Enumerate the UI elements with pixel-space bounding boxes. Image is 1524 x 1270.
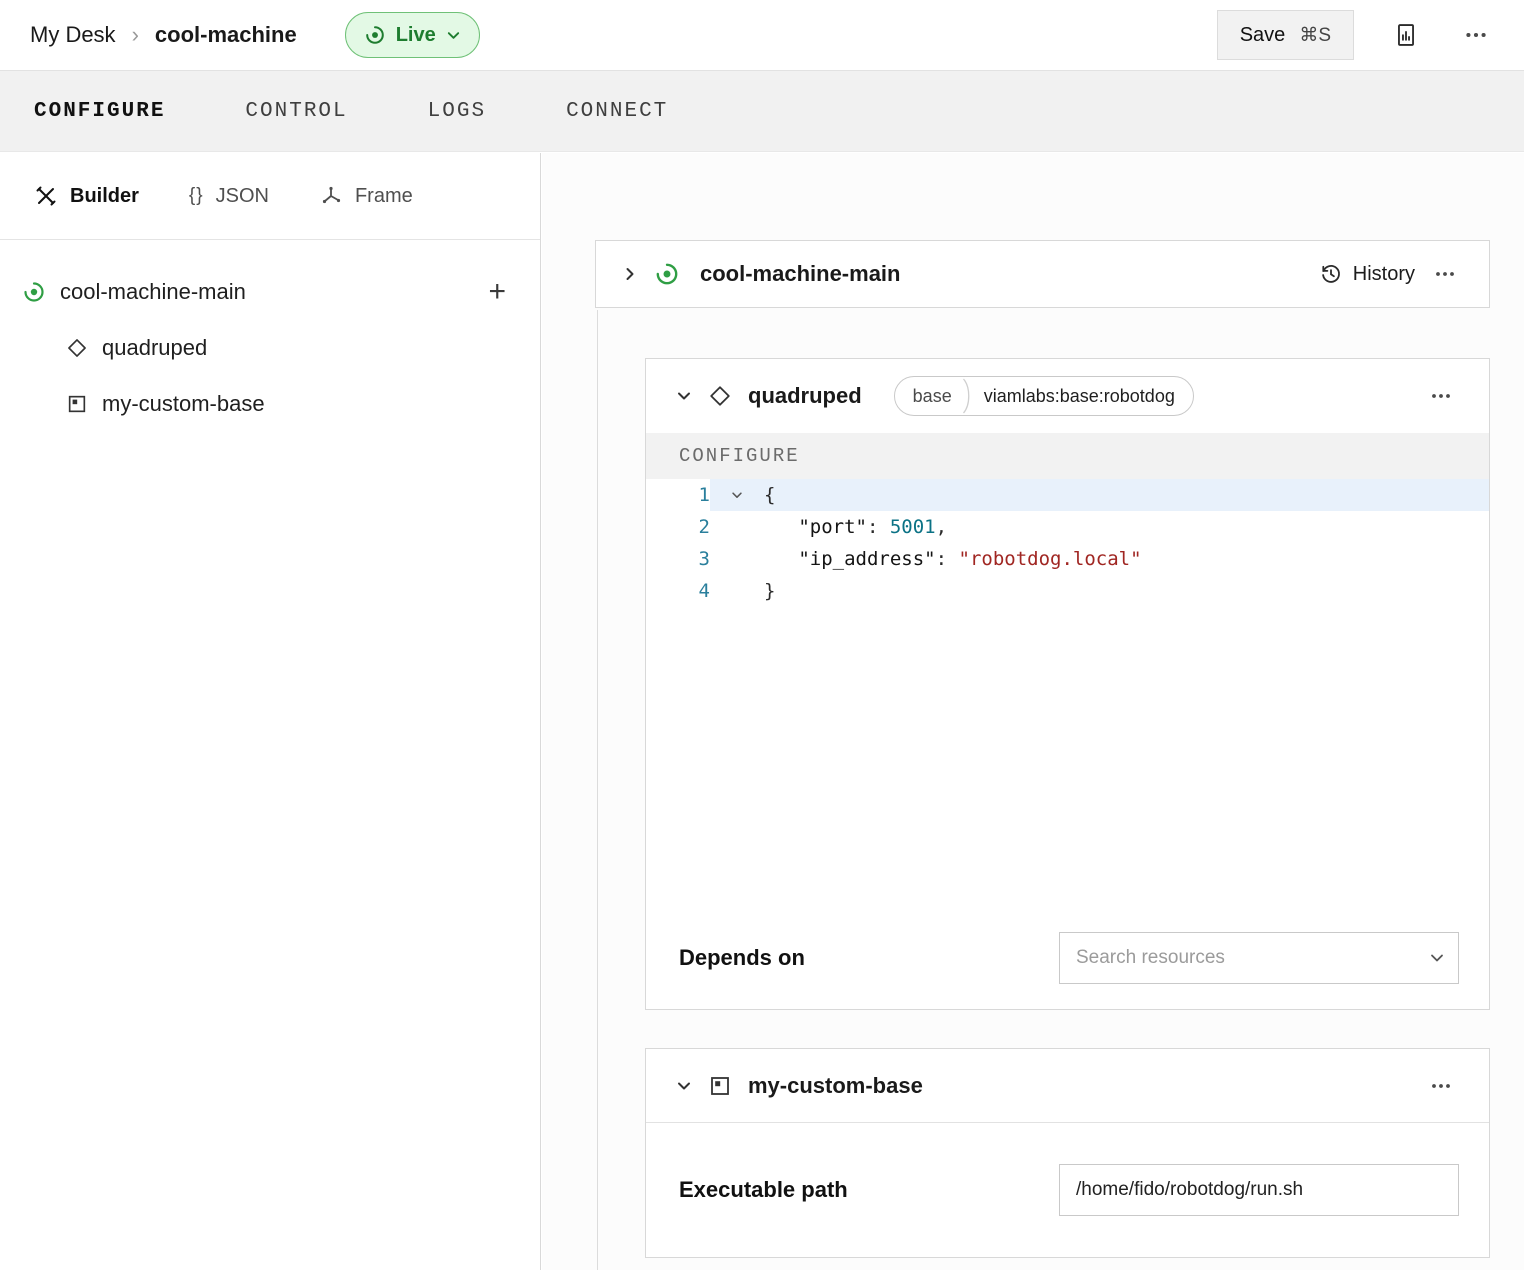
top-actions: Save ⌘S	[1217, 10, 1494, 60]
overflow-menu-icon[interactable]	[1427, 256, 1463, 292]
chevron-down-icon[interactable]	[676, 388, 692, 404]
chevron-down-icon	[446, 28, 461, 43]
config-sidebar: Builder {} JSON Frame	[0, 153, 541, 1270]
view-json[interactable]: {} JSON	[189, 185, 269, 208]
fold-chevron-icon[interactable]	[710, 488, 764, 502]
code-line[interactable]: 2 "port": 5001,	[646, 511, 1489, 543]
component-diamond-icon	[708, 384, 732, 408]
configure-panel: cool-machine-main History	[542, 153, 1524, 1270]
machine-part-title: cool-machine-main	[700, 261, 900, 287]
tab-connect[interactable]: CONNECT	[566, 100, 668, 123]
broadcast-icon	[22, 280, 46, 304]
breadcrumb-machine-name: cool-machine	[155, 22, 297, 48]
line-number: 2	[646, 511, 710, 543]
badge-divider	[962, 378, 974, 414]
save-button[interactable]: Save ⌘S	[1217, 10, 1354, 60]
breadcrumb-root[interactable]: My Desk	[30, 22, 116, 48]
executable-path-row: Executable path	[646, 1123, 1489, 1257]
braces-icon: {}	[189, 185, 204, 207]
code-line[interactable]: 4}	[646, 575, 1489, 607]
code-editor[interactable]: 1{2 "port": 5001,3 "ip_address": "robotd…	[646, 479, 1489, 913]
code-text: {	[764, 484, 775, 506]
code-text: "port": 5001,	[764, 516, 947, 538]
view-switcher: Builder {} JSON Frame	[0, 153, 540, 240]
chevron-right-icon[interactable]	[622, 266, 638, 282]
tree-item-label: cool-machine-main	[60, 279, 246, 305]
quadruped-title: quadruped	[748, 383, 862, 409]
view-frame-label: Frame	[355, 185, 413, 208]
history-button[interactable]: History	[1319, 262, 1415, 286]
executable-path-input[interactable]	[1059, 1164, 1459, 1216]
overflow-menu-icon[interactable]	[1458, 17, 1494, 53]
overflow-menu-icon[interactable]	[1423, 1068, 1459, 1104]
line-number: 3	[646, 543, 710, 575]
tree-item-label: my-custom-base	[102, 391, 265, 417]
tree-item-machine-main[interactable]: cool-machine-main +	[0, 264, 540, 320]
tab-configure[interactable]: CONFIGURE	[34, 100, 165, 123]
quadruped-card-header: quadruped base viamlabs:base:robotdog	[646, 359, 1489, 433]
live-label: Live	[396, 24, 436, 47]
my-custom-base-card-header: my-custom-base	[646, 1049, 1489, 1123]
live-status-button[interactable]: Live	[345, 12, 480, 58]
save-label: Save	[1240, 24, 1286, 47]
process-square-icon	[708, 1074, 732, 1098]
machine-config-page: My Desk › cool-machine Live Save ⌘S	[0, 0, 1524, 1270]
frame-axes-icon	[319, 184, 343, 208]
tree-item-my-custom-base[interactable]: my-custom-base	[0, 376, 540, 432]
tab-logs[interactable]: LOGS	[428, 100, 486, 123]
view-frame[interactable]: Frame	[319, 184, 413, 208]
resource-tree: cool-machine-main + quadruped	[0, 240, 540, 432]
overflow-menu-icon[interactable]	[1423, 378, 1459, 414]
tools-icon	[34, 184, 58, 208]
badge-category: base	[913, 386, 962, 407]
nesting-guide-line	[597, 310, 598, 1270]
my-custom-base-title: my-custom-base	[748, 1073, 923, 1099]
chevron-down-icon[interactable]	[676, 1078, 692, 1094]
code-line[interactable]: 1{	[646, 479, 1489, 511]
executable-path-field-wrap	[1059, 1164, 1459, 1216]
view-builder-label: Builder	[70, 185, 139, 208]
tree-item-label: quadruped	[102, 335, 207, 361]
depends-on-select[interactable]	[1059, 932, 1459, 984]
code-text: }	[764, 580, 775, 602]
history-clock-icon	[1319, 262, 1343, 286]
line-number: 1	[646, 479, 710, 511]
history-label: History	[1353, 263, 1415, 286]
top-bar: My Desk › cool-machine Live Save ⌘S	[0, 0, 1524, 71]
process-square-icon	[66, 393, 88, 415]
broadcast-icon	[654, 261, 680, 287]
search-resources-input[interactable]	[1059, 932, 1459, 984]
tree-item-quadruped[interactable]: quadruped	[0, 320, 540, 376]
depends-on-label: Depends on	[679, 945, 805, 971]
code-line[interactable]: 3 "ip_address": "robotdog.local"	[646, 543, 1489, 575]
component-diamond-icon	[66, 337, 88, 359]
executable-path-label: Executable path	[679, 1177, 848, 1203]
tab-control[interactable]: CONTROL	[245, 100, 347, 123]
badge-model: viamlabs:base:robotdog	[974, 386, 1175, 407]
quadruped-card: quadruped base viamlabs:base:robotdog CO…	[645, 358, 1490, 1010]
depends-on-row: Depends on	[646, 913, 1489, 1009]
save-shortcut: ⌘S	[1299, 24, 1331, 47]
broadcast-icon	[364, 24, 386, 46]
view-builder[interactable]: Builder	[34, 184, 139, 208]
metrics-document-icon[interactable]	[1388, 17, 1424, 53]
add-resource-button[interactable]: +	[488, 277, 506, 307]
configure-section-header: CONFIGURE	[646, 433, 1489, 479]
model-badge: base viamlabs:base:robotdog	[894, 376, 1194, 416]
code-text: "ip_address": "robotdog.local"	[764, 548, 1142, 570]
view-json-label: JSON	[216, 185, 269, 208]
main-tab-bar: CONFIGURE CONTROL LOGS CONNECT	[0, 71, 1524, 152]
breadcrumb-separator: ›	[132, 22, 139, 48]
machine-part-actions: History	[1319, 256, 1463, 292]
line-number: 4	[646, 575, 710, 607]
my-custom-base-card: my-custom-base Executable path	[645, 1048, 1490, 1258]
machine-part-card: cool-machine-main History	[595, 240, 1490, 308]
